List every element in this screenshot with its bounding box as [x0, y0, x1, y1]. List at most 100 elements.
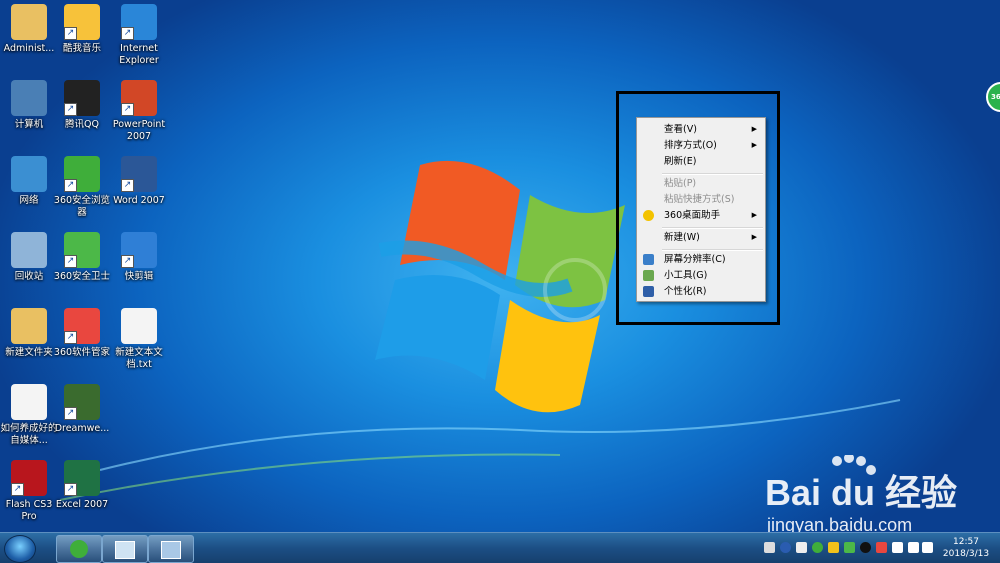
word-icon: ↗ [121, 156, 157, 192]
desktop-icon-label: 360安全卫士 [53, 271, 111, 282]
shortcut-arrow-icon: ↗ [121, 27, 134, 40]
shortcut-arrow-icon: ↗ [64, 255, 77, 268]
desktop-icon[interactable]: ↗ Internet Explorer [110, 4, 168, 67]
menu-item-personalize[interactable]: 个性化(R) [639, 284, 763, 299]
signal-icon[interactable] [908, 542, 919, 553]
desktop-icon[interactable]: Administ... [0, 4, 58, 55]
360-browser-icon: ↗ [64, 156, 100, 192]
desktop-icon-label: Word 2007 [113, 195, 165, 206]
shortcut-arrow-icon: ↗ [121, 255, 134, 268]
desktop-icon[interactable]: ↗ 酷我音乐 [53, 4, 111, 55]
shortcut-arrow-icon: ↗ [64, 407, 77, 420]
menu-item-paste[interactable]: 粘贴(P) [639, 176, 763, 191]
menu-item-label: 排序方式(O) [664, 140, 717, 151]
desktop-icon[interactable]: 回收站 [0, 232, 58, 283]
new-folder-icon [11, 308, 47, 344]
menu-item-360-desktop-assistant[interactable]: 360桌面助手 ▶ [639, 208, 763, 223]
control-panel-icon [161, 541, 181, 559]
desktop-icon[interactable]: 网络 [0, 156, 58, 207]
help-icon[interactable] [780, 542, 791, 553]
desktop-icon-label: 快剪辑 [124, 271, 154, 282]
desktop-icon[interactable]: 新建文本文档.txt [110, 308, 168, 371]
network-status-icon[interactable] [796, 542, 807, 553]
desktop-icon[interactable]: ↗ Dreamwe... [53, 384, 111, 435]
desktop-icon[interactable]: ↗ 360安全卫士 [53, 232, 111, 283]
keyboard-icon[interactable] [764, 542, 775, 553]
desktop-icon-label: 网络 [19, 195, 39, 206]
desktop-icon-label: 360安全浏览器 [53, 195, 111, 218]
clock[interactable]: 12:57 2018/3/13 [936, 536, 996, 560]
desktop-icon[interactable]: ↗ PowerPoint 2007 [110, 80, 168, 143]
menu-item-view[interactable]: 查看(V) ▶ [639, 122, 763, 137]
taskbar: 12:57 2018/3/13 [0, 532, 1000, 563]
taskbar-window-button[interactable] [102, 535, 148, 563]
menu-item-label: 粘贴快捷方式(S) [664, 194, 735, 205]
shortcut-arrow-icon: ↗ [121, 103, 134, 116]
network-icon [11, 156, 47, 192]
desktop-icon[interactable]: 计算机 [0, 80, 58, 131]
360-icon [643, 210, 654, 221]
360-guard-tray-icon[interactable] [844, 542, 855, 553]
menu-item-label: 屏幕分辨率(C) [664, 254, 726, 265]
desktop-icon-label: Dreamwe... [54, 423, 110, 434]
desktop-icon[interactable]: ↗ Flash CS3 Pro [0, 460, 58, 523]
desktop-icon-label: Excel 2007 [55, 499, 109, 510]
shortcut-arrow-icon: ↗ [64, 331, 77, 344]
submenu-arrow-icon: ▶ [751, 211, 757, 219]
desktop-icon-label: 新建文件夹 [5, 347, 53, 358]
menu-item-gadgets[interactable]: 小工具(G) [639, 268, 763, 283]
menu-separator [662, 173, 763, 175]
desktop-icon-label: 如何养成好的自媒体... [0, 423, 58, 446]
desktop-icon-label: PowerPoint 2007 [112, 119, 166, 142]
360-software-manager-icon: ↗ [64, 308, 100, 344]
submenu-arrow-icon: ▶ [751, 141, 757, 149]
system-tray [758, 533, 938, 563]
svg-text:jingyan.baidu.com: jingyan.baidu.com [766, 515, 912, 532]
desktop-icon[interactable]: 如何养成好的自媒体... [0, 384, 58, 447]
submenu-arrow-icon: ▶ [751, 233, 757, 241]
menu-item-screen-resolution[interactable]: 屏幕分辨率(C) [639, 252, 763, 267]
taskbar-360-browser-button[interactable] [56, 535, 102, 563]
menu-item-sort-by[interactable]: 排序方式(O) ▶ [639, 138, 763, 153]
desktop-icon[interactable]: ↗ Word 2007 [110, 156, 168, 207]
desktop-icon[interactable]: 新建文件夹 [0, 308, 58, 359]
360-tray-icon[interactable] [812, 542, 823, 553]
folder-tray-icon[interactable] [828, 542, 839, 553]
desktop-icon[interactable]: ↗ Excel 2007 [53, 460, 111, 511]
qq-icon: ↗ [64, 80, 100, 116]
kuwo-music-icon: ↗ [64, 4, 100, 40]
menu-item-refresh[interactable]: 刷新(E) [639, 154, 763, 169]
shortcut-arrow-icon: ↗ [11, 483, 24, 496]
flash-icon: ↗ [11, 460, 47, 496]
desktop-icon[interactable]: ↗ 360软件管家 [53, 308, 111, 359]
desktop-icon[interactable]: ↗ 腾讯QQ [53, 80, 111, 131]
shortcut-arrow-icon: ↗ [64, 27, 77, 40]
volume-icon[interactable] [922, 542, 933, 553]
desktop-icon-label: 新建文本文档.txt [115, 347, 163, 370]
document-file-icon [11, 384, 47, 420]
taskbar-control-panel-button[interactable] [148, 535, 194, 563]
desktop[interactable]: Administ... 计算机网络回收站新建文件夹如何养成好的自媒体... ↗ Fla… [0, 0, 1000, 532]
new-text-document-icon [121, 308, 157, 344]
desktop-icon[interactable]: ↗ 360安全浏览器 [53, 156, 111, 219]
desktop-icon[interactable]: ↗ 快剪辑 [110, 232, 168, 283]
menu-item-label: 360桌面助手 [664, 210, 721, 221]
safely-remove-icon[interactable] [892, 542, 903, 553]
internet-explorer-icon: ↗ [121, 4, 157, 40]
menu-item-paste-shortcut[interactable]: 粘贴快捷方式(S) [639, 192, 763, 207]
menu-item-new[interactable]: 新建(W) ▶ [639, 230, 763, 245]
submenu-arrow-icon: ▶ [751, 125, 757, 133]
shortcut-arrow-icon: ↗ [64, 483, 77, 496]
shortcut-arrow-icon: ↗ [121, 179, 134, 192]
qq-tray-icon[interactable] [860, 542, 871, 553]
dreamweaver-icon: ↗ [64, 384, 100, 420]
menu-item-label: 小工具(G) [664, 270, 708, 281]
menu-separator [662, 227, 763, 229]
menu-item-label: 新建(W) [664, 232, 700, 243]
360-manager-tray-icon[interactable] [876, 542, 887, 553]
clock-date: 2018/3/13 [942, 549, 990, 559]
monitor-icon [643, 254, 654, 265]
desktop-icon-label: Internet Explorer [119, 43, 159, 66]
start-button[interactable] [4, 535, 36, 563]
baidu-jingyan-watermark: Bai du 经验 jingyan.baidu.com [765, 455, 957, 532]
